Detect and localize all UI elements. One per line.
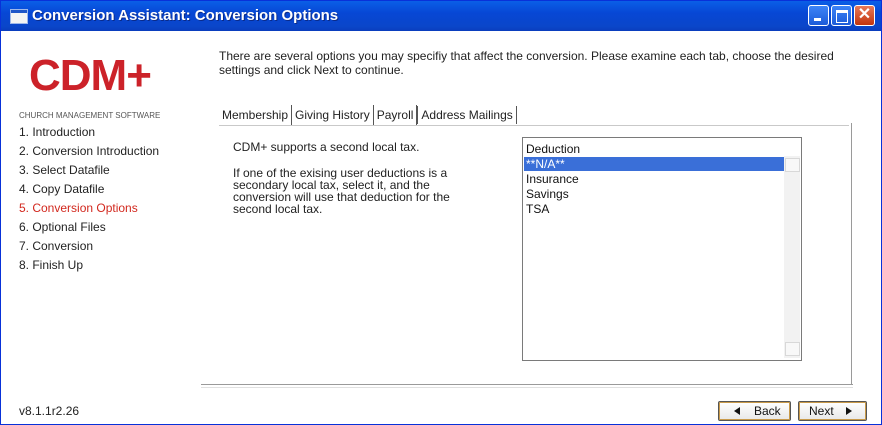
deduction-header: Deduction <box>526 142 581 156</box>
tab-giving-history[interactable]: Giving History <box>292 105 374 125</box>
next-button[interactable]: Next <box>798 401 867 421</box>
window-title: Conversion Assistant: Conversion Options <box>32 7 339 24</box>
version-label: v8.1.1r2.26 <box>19 404 80 418</box>
deduction-item-tsa[interactable]: TSA <box>524 202 784 216</box>
step-conversion: 7. Conversion <box>19 239 94 253</box>
scroll-up-arrow[interactable] <box>785 158 800 172</box>
tab-membership[interactable]: Membership <box>219 105 293 125</box>
conversion-assistant-window: Conversion Assistant: Conversion Options… <box>0 0 882 425</box>
step-optional-files: 6. Optional Files <box>19 220 106 234</box>
scroll-down-arrow[interactable] <box>785 342 800 356</box>
title-bar[interactable]: Conversion Assistant: Conversion Options… <box>1 1 881 31</box>
minimize-icon <box>814 18 821 21</box>
wizard-content: CDM+ CHURCH MANAGEMENT SOFTWARE 1. Intro… <box>1 31 881 424</box>
back-button[interactable]: Back <box>718 401 791 421</box>
step-select-datafile: 3. Select Datafile <box>19 163 110 177</box>
options-tabs: Membership Giving History Payroll Address M… <box>219 105 517 125</box>
back-button-label: Back <box>754 404 781 418</box>
minimize-button[interactable] <box>808 5 829 26</box>
panel-border-right <box>851 123 852 385</box>
step-finish-up: 8. Finish Up <box>19 258 84 272</box>
maximize-button[interactable] <box>831 5 852 26</box>
window-icon <box>10 9 28 24</box>
maximize-icon <box>836 10 848 23</box>
next-arrow-icon <box>846 407 852 415</box>
next-button-label: Next <box>809 404 834 418</box>
logo-tagline: CHURCH MANAGEMENT SOFTWARE <box>19 111 161 120</box>
payroll-description: CDM+ supports a second local tax. If one… <box>233 141 473 229</box>
deduction-item-na[interactable]: **N/A** <box>524 157 784 171</box>
panel-border-bottom <box>201 384 853 385</box>
tab-payroll[interactable]: Payroll <box>374 105 418 125</box>
deduction-item-insurance[interactable]: Insurance <box>524 172 784 186</box>
step-copy-datafile: 4. Copy Datafile <box>19 182 105 196</box>
payroll-line-1: CDM+ supports a second local tax. <box>233 140 420 154</box>
panel-border-bottom-highlight <box>201 387 853 388</box>
step-introduction: 1. Introduction <box>19 125 96 139</box>
close-icon: ✕ <box>857 6 872 23</box>
close-button[interactable]: ✕ <box>854 5 875 26</box>
payroll-line-2: If one of the exising user deductions is… <box>233 166 450 216</box>
wizard-steps: 1. Introduction 2. Conversion Introducti… <box>19 123 159 275</box>
tab-address-mailings[interactable]: Address Mailings <box>417 106 517 124</box>
back-arrow-icon <box>734 407 740 415</box>
deduction-item-savings[interactable]: Savings <box>524 187 784 201</box>
step-conversion-options: 5. Conversion Options <box>19 201 138 215</box>
step-conversion-introduction: 2. Conversion Introduction <box>19 144 160 158</box>
cdm-logo: CDM+ <box>29 51 152 100</box>
tab-divider <box>219 125 849 126</box>
intro-text: There are several options you may specif… <box>219 49 834 77</box>
deduction-listbox[interactable]: Deduction **N/A** Insurance Savings TSA <box>522 137 802 361</box>
listbox-scrollbar[interactable] <box>784 156 800 358</box>
